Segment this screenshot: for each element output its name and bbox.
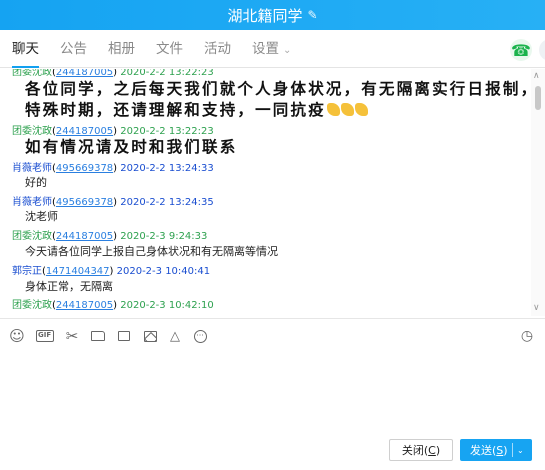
group-title: 湖北籍同学 (227, 6, 303, 25)
send-button[interactable]: 发送(S) ⌄ (460, 439, 532, 461)
gif-icon[interactable]: GIF (35, 328, 55, 344)
message-scrollbar[interactable]: ∧ ∨ (531, 69, 545, 316)
favorites-icon[interactable] (116, 328, 132, 344)
message-meta: 郭宗正(1471404347) 2020-2-3 10:40:41 (12, 266, 211, 277)
message-text: 特殊时期，还请理解和支持，一同抗疫 (25, 98, 368, 120)
qq-link[interactable]: 1471404347 (46, 266, 110, 277)
muscle-emoji-icon (354, 103, 368, 116)
tab-settings[interactable]: 设置 ⌄ (252, 30, 291, 68)
qq-link[interactable]: 244187005 (56, 300, 113, 311)
message-text: 身体正常，无隔离 (25, 280, 113, 293)
message-text: 今天请各位同学上报自己身体状况和有无隔离等情况 (25, 245, 278, 258)
screenshot-scissors-icon[interactable]: ✂ (64, 327, 80, 345)
qq-link[interactable]: 495669378 (56, 163, 113, 174)
input-toolbar: ☺ GIF ✂ △ ··· ◷ (0, 318, 545, 352)
emoji-icon[interactable]: ☺ (9, 327, 25, 345)
muscle-emoji-icon (326, 103, 340, 116)
more-icon[interactable]: ··· (192, 328, 208, 344)
message-text: 好的 (25, 176, 47, 189)
send-divider (512, 443, 513, 457)
scrollbar-thumb[interactable] (535, 86, 541, 110)
edit-title-icon[interactable]: ✎ (307, 8, 317, 22)
folder-icon[interactable] (90, 328, 106, 344)
message-input[interactable] (0, 352, 545, 432)
tab-files[interactable]: 文件 (156, 30, 183, 68)
message-meta: 肖薇老师(495669378) 2020-2-2 13:24:33 (12, 163, 214, 174)
scroll-down-icon[interactable]: ∨ (533, 303, 540, 313)
tab-announcement[interactable]: 公告 (60, 30, 87, 68)
close-button[interactable]: 关闭(C) (389, 439, 453, 461)
phone-call-icon[interactable]: ☎ (510, 39, 532, 61)
message-text: 沈老师 (25, 210, 58, 223)
window-title-bar: 湖北籍同学 ✎ (0, 0, 545, 30)
message-text: 各位同学，之后每天我们就个人身体状况，有无隔离实行日报制， (25, 79, 530, 98)
qq-link[interactable]: 244187005 (56, 231, 113, 242)
scroll-up-icon[interactable]: ∧ (533, 71, 540, 81)
send-options-chevron-icon[interactable]: ⌄ (517, 446, 524, 455)
chevron-down-icon: ⌄ (283, 44, 292, 56)
message-meta: 团委沈政(244187005) 2020-2-3 9:24:33 (12, 231, 208, 242)
message-text: 如有情况请及时和我们联系 (25, 137, 238, 156)
bell-icon[interactable]: △ (167, 328, 183, 344)
tab-bar: 聊天 公告 相册 文件 活动 设置 ⌄ (0, 30, 545, 68)
tab-activity[interactable]: 活动 (204, 30, 231, 68)
image-icon[interactable] (142, 328, 158, 344)
tab-chat[interactable]: 聊天 (12, 30, 39, 68)
message-meta: 团委沈政(244187005) 2020-2-3 10:42:10 (12, 300, 214, 311)
history-clock-icon[interactable]: ◷ (519, 328, 535, 344)
qq-link[interactable]: 495669378 (56, 197, 113, 208)
tab-album[interactable]: 相册 (108, 30, 135, 68)
message-list: 团委沈政(244187005) 2020-2-2 13:22:23 各位同学，之… (0, 69, 530, 316)
message-meta: 肖薇老师(495669378) 2020-2-2 13:24:35 (12, 197, 214, 208)
muscle-emoji-icon (340, 103, 354, 116)
